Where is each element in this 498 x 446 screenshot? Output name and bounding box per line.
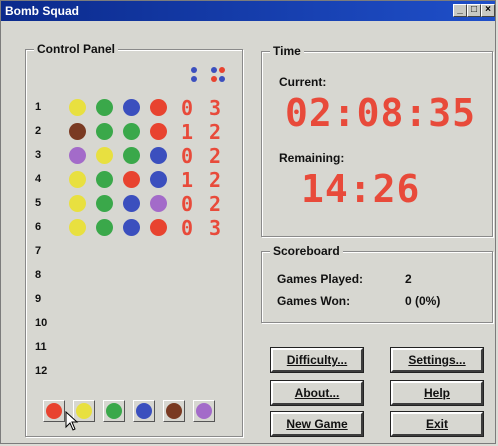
guess-peg bbox=[96, 195, 113, 212]
remaining-time-label: Remaining: bbox=[279, 151, 345, 165]
guess-peg bbox=[123, 123, 140, 140]
mouse-cursor-icon bbox=[65, 411, 79, 431]
row-number: 7 bbox=[35, 245, 42, 257]
remaining-time-display: 14:26 bbox=[301, 167, 421, 211]
guess-peg bbox=[69, 195, 86, 212]
guess-peg bbox=[150, 99, 167, 116]
control-panel-label: Control Panel bbox=[34, 42, 119, 56]
correct-color-count: 2 bbox=[209, 120, 222, 144]
mixed-dots-icon bbox=[211, 67, 227, 83]
palette-color-button[interactable] bbox=[163, 400, 185, 422]
guess-peg bbox=[150, 171, 167, 188]
correct-color-count: 3 bbox=[209, 216, 222, 240]
about-button[interactable]: About... bbox=[270, 380, 364, 406]
row-number: 5 bbox=[35, 197, 42, 209]
help-button[interactable]: Help bbox=[390, 380, 484, 406]
row-number: 3 bbox=[35, 149, 42, 161]
correct-place-count: 0 bbox=[181, 216, 194, 240]
settings-button[interactable]: Settings... bbox=[390, 347, 484, 373]
row-number: 1 bbox=[35, 101, 42, 113]
guess-peg bbox=[96, 219, 113, 236]
palette-color-swatch bbox=[46, 403, 62, 419]
difficulty-button[interactable]: Difficulty... bbox=[270, 347, 364, 373]
guess-peg bbox=[69, 123, 86, 140]
time-label: Time bbox=[270, 44, 304, 58]
guess-peg bbox=[69, 219, 86, 236]
correct-color-count: 2 bbox=[209, 144, 222, 168]
guess-peg bbox=[123, 195, 140, 212]
scoreboard-group: Scoreboard bbox=[261, 244, 493, 323]
exit-button[interactable]: Exit bbox=[390, 411, 484, 437]
guess-peg bbox=[150, 147, 167, 164]
palette-color-swatch bbox=[166, 403, 182, 419]
row-number: 9 bbox=[35, 293, 42, 305]
correct-place-count: 0 bbox=[181, 96, 194, 120]
palette-color-button[interactable] bbox=[43, 400, 65, 422]
guess-peg bbox=[150, 123, 167, 140]
guess-peg bbox=[96, 147, 113, 164]
guess-peg bbox=[96, 171, 113, 188]
close-button[interactable]: × bbox=[481, 4, 495, 17]
guess-peg bbox=[123, 99, 140, 116]
correct-place-count: 0 bbox=[181, 192, 194, 216]
palette-color-button[interactable] bbox=[193, 400, 215, 422]
row-number: 8 bbox=[35, 269, 42, 281]
row-number: 12 bbox=[35, 365, 48, 377]
games-played-value: 2 bbox=[405, 272, 412, 286]
games-won-value: 0 (0%) bbox=[405, 294, 441, 308]
current-time-display: 02:08:35 bbox=[285, 91, 477, 135]
guess-peg bbox=[96, 99, 113, 116]
row-number: 4 bbox=[35, 173, 42, 185]
current-time-label: Current: bbox=[279, 75, 327, 89]
new-game-button[interactable]: New Game bbox=[270, 411, 364, 437]
palette-color-swatch bbox=[136, 403, 152, 419]
correct-place-count: 1 bbox=[181, 168, 194, 192]
palette-color-button[interactable] bbox=[133, 400, 155, 422]
games-won-label: Games Won: bbox=[277, 294, 351, 308]
guess-peg bbox=[123, 171, 140, 188]
guess-peg bbox=[96, 123, 113, 140]
row-number: 10 bbox=[35, 317, 48, 329]
palette-color-swatch bbox=[196, 403, 212, 419]
minimize-button[interactable]: _ bbox=[453, 4, 467, 17]
blue-dots-icon bbox=[191, 67, 199, 83]
row-number: 2 bbox=[35, 125, 42, 137]
games-played-label: Games Played: bbox=[277, 272, 364, 286]
guess-peg bbox=[69, 99, 86, 116]
window-title: Bomb Squad bbox=[5, 4, 79, 18]
correct-color-count: 2 bbox=[209, 168, 222, 192]
title-bar: Bomb Squad _ □ × bbox=[1, 1, 495, 21]
guess-peg bbox=[123, 219, 140, 236]
row-number: 6 bbox=[35, 221, 42, 233]
correct-place-count: 0 bbox=[181, 144, 194, 168]
palette-color-swatch bbox=[106, 403, 122, 419]
row-number: 11 bbox=[35, 341, 47, 353]
guess-peg bbox=[150, 219, 167, 236]
guess-peg bbox=[150, 195, 167, 212]
correct-color-count: 3 bbox=[209, 96, 222, 120]
guess-peg bbox=[69, 171, 86, 188]
scoreboard-label: Scoreboard bbox=[270, 244, 343, 258]
bomb-squad-window: Bomb Squad _ □ × Control Panel 103212302… bbox=[0, 0, 496, 444]
correct-color-count: 2 bbox=[209, 192, 222, 216]
maximize-button[interactable]: □ bbox=[467, 4, 481, 17]
guess-peg bbox=[69, 147, 86, 164]
correct-place-count: 1 bbox=[181, 120, 194, 144]
palette-color-button[interactable] bbox=[103, 400, 125, 422]
guess-peg bbox=[123, 147, 140, 164]
